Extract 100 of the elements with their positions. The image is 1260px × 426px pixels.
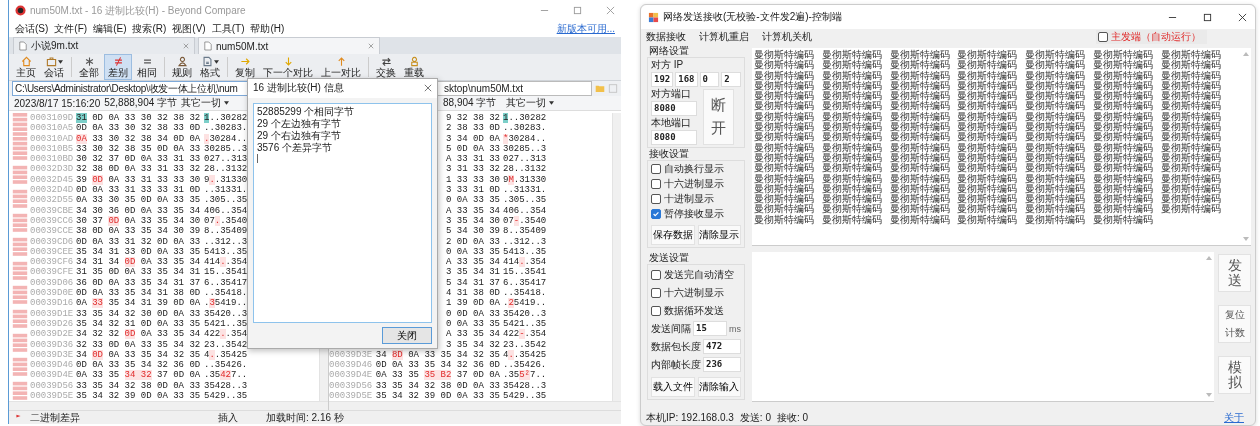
toolbar-button[interactable]: 差别 (104, 54, 132, 80)
ascii-text: ..31331. (204, 185, 248, 196)
hex-bytes: 34 0D 0A 33 35 34 32 35 (76, 349, 201, 361)
hex-bytes: 33 35 34 32 38 0D 0A 33 (375, 380, 500, 391)
toolbar-button[interactable]: 全部 (76, 55, 102, 79)
address-text: 000310B5 (30, 143, 74, 155)
hex-bytes: 0D 0A 33 35 34 32 36 0D (76, 360, 201, 371)
menu-item[interactable]: 搜索(R) (132, 21, 167, 36)
option-checkbox[interactable]: 十六进制显示 (651, 177, 741, 191)
about-link[interactable]: 关于 (1224, 410, 1244, 425)
action-button[interactable]: 载入文件 (651, 377, 695, 397)
action-button[interactable]: 清除输入 (697, 377, 741, 397)
hex-bytes: 2 38 33 0D (446, 123, 500, 134)
filter-dropdown[interactable]: 其它一切 (181, 96, 230, 110)
horizontal-scrollbar[interactable] (329, 401, 621, 410)
toolbar-button[interactable]: 相同 (134, 55, 160, 79)
close-icon[interactable] (424, 84, 432, 93)
save-icon[interactable] (608, 84, 618, 93)
side-button[interactable]: 模拟 (1218, 356, 1251, 394)
menu-item[interactable]: 编辑(E) (93, 21, 127, 36)
hex-bytes: 1 33 33 30 (446, 174, 500, 185)
hex-bytes: 5 0D 0A 33 (446, 143, 500, 154)
toolbar-button[interactable]: 主页 (13, 55, 39, 79)
toolbar-button[interactable]: 下一个对比 (260, 55, 316, 79)
file-tab[interactable]: 小说9m.txt (13, 37, 195, 54)
close-icon[interactable] (1238, 12, 1247, 22)
option-checkbox[interactable]: 暂停接收显示 (651, 207, 741, 221)
address-text: 00039CFE (30, 267, 74, 278)
address-text: 000310AD (30, 133, 74, 144)
side-button[interactable]: 复位计数 (1218, 305, 1251, 343)
file-icon (19, 41, 27, 51)
option-checkbox[interactable]: 发送完自动清空 (651, 266, 741, 283)
number-field[interactable]: 236 (703, 357, 741, 372)
ascii-text: .25419.. (503, 298, 547, 309)
ascii-text: .35427.. (204, 370, 248, 381)
scroll-up-icon[interactable] (1205, 256, 1212, 260)
toolbar-button[interactable]: 格式 (197, 55, 223, 79)
menu-item[interactable]: 会话(S) (15, 21, 49, 36)
address-text: 000310A5 (30, 123, 74, 134)
number-field[interactable]: 15 (693, 321, 727, 336)
ascii-text: 30285..3 (503, 143, 547, 155)
action-button[interactable]: 清除显示 (697, 225, 741, 245)
update-link[interactable]: 新版本可用... (556, 21, 615, 36)
toolbar-button[interactable]: 上一对比 (318, 55, 364, 79)
ip-field[interactable]: 0 (699, 72, 720, 87)
status-load-time: 加载时间: 2.16 秒 (266, 410, 344, 425)
vertical-scrollbar[interactable] (612, 113, 621, 402)
swap-icon (380, 56, 392, 67)
ip-field[interactable]: 2 (721, 72, 741, 87)
port-field[interactable]: 8080 (651, 130, 697, 145)
receive-textarea[interactable] (752, 48, 1251, 246)
scroll-down-icon[interactable] (1205, 393, 1212, 397)
ascii-text: ..30283. (204, 123, 248, 134)
address-text: 00039D56 (30, 380, 74, 391)
received-text-line: 曼彻斯特编码 曼彻斯特编码 曼彻斯特编码 曼彻斯特编码 曼彻斯特编码 曼彻斯特编码 曼彻斯特编码 (754, 194, 1222, 205)
toolbar-button[interactable]: 交换 (373, 55, 399, 79)
option-checkbox[interactable]: 数据循环发送 (651, 302, 741, 319)
hex-bytes: 30 32 37 0D 0A 33 31 33 (76, 154, 201, 165)
hex-bytes: 33 35 34 32 38 0D 0A 33 (76, 380, 201, 391)
group-title: 发送设置 (648, 252, 690, 264)
option-checkbox[interactable]: 自动换行显示 (651, 162, 741, 176)
scroll-up-icon[interactable] (1242, 52, 1249, 56)
ascii-text: 422-.354 (503, 329, 547, 340)
dropdown-caret-icon (213, 59, 219, 64)
hex-bytes: 0 0A 33 35 (446, 246, 500, 257)
file-tab[interactable]: num50M.txt (198, 37, 380, 54)
disconnect-button[interactable]: 断开 (703, 88, 734, 145)
ip-field[interactable]: 192 (651, 72, 674, 87)
menu-item[interactable]: 计算机关机 (762, 30, 812, 44)
option-checkbox[interactable]: 十六进制显示 (651, 284, 741, 301)
toolbar-button[interactable]: 规则 (169, 55, 195, 79)
side-button[interactable]: 发送 (1218, 254, 1251, 292)
address-text: 000310BD (30, 154, 74, 165)
port-field[interactable]: 8080 (651, 101, 697, 116)
filter-dropdown[interactable]: 其它一切 (506, 96, 555, 110)
menu-item[interactable]: 工具(T) (211, 21, 245, 36)
received-text-line: 曼彻斯特编码 曼彻斯特编码 曼彻斯特编码 曼彻斯特编码 曼彻斯特编码 曼彻斯特编码 曼彻斯特编码 (754, 163, 1222, 174)
menu-item[interactable]: 帮助(H) (250, 21, 285, 36)
master-checkbox[interactable]: 主发端（自动运行） (1096, 30, 1207, 44)
scroll-down-icon[interactable] (1242, 237, 1249, 241)
number-field[interactable]: 472 (703, 339, 741, 354)
toolbar-button[interactable]: 重载 (401, 55, 427, 79)
ascii-text: ..30283. (503, 123, 547, 134)
menu-item[interactable]: 文件(F) (54, 21, 88, 36)
maximize-icon[interactable] (1203, 12, 1212, 22)
folder-icon[interactable] (595, 84, 605, 93)
ip-field[interactable]: 168 (675, 72, 698, 87)
ascii-text: ..31331. (503, 185, 547, 196)
toolbar-button[interactable]: 会话 (41, 55, 67, 79)
horizontal-scrollbar[interactable] (9, 401, 328, 410)
menu-item[interactable]: 计算机重启 (699, 30, 749, 44)
hex-bytes: 5 34 30 39 (446, 226, 500, 237)
close-button[interactable]: 关闭 (382, 327, 432, 344)
hex-bytes: 3 35 34 30 (446, 215, 500, 226)
option-checkbox[interactable]: 十进制显示 (651, 192, 741, 206)
action-button[interactable]: 保存数据 (651, 225, 695, 245)
toolbar-button[interactable]: 复制 (232, 55, 258, 79)
menu-item[interactable]: 视图(V) (172, 21, 206, 36)
menu-item[interactable]: 数据接收 (646, 30, 686, 44)
hex-bytes: 3 35 34 31 (446, 267, 500, 278)
